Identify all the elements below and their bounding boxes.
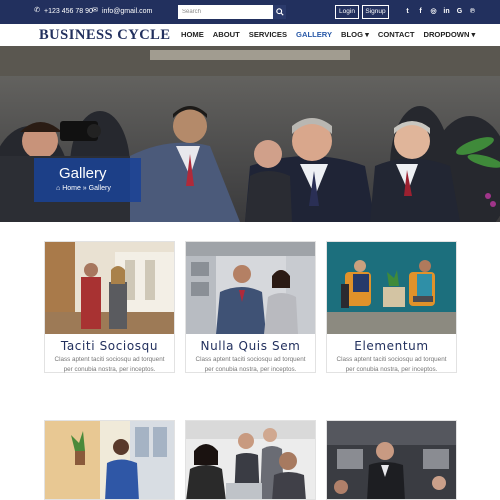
instagram-icon[interactable]: ◎ — [430, 7, 437, 16]
gallery-image[interactable] — [186, 242, 315, 334]
breadcrumb-text[interactable]: Home » Gallery — [62, 185, 111, 192]
search-form — [178, 5, 286, 19]
card-text: Class aptent taciti sociosqu ad torquent… — [195, 356, 306, 373]
gallery-card[interactable]: Nulla Quis Sem Class aptent taciti socio… — [185, 241, 316, 373]
pinterest-icon[interactable]: ℗ — [469, 7, 476, 16]
login-button[interactable]: Login — [335, 5, 359, 19]
gallery-card[interactable] — [44, 420, 175, 500]
gallery-image[interactable] — [327, 421, 457, 500]
nav-gallery[interactable]: GALLERY — [296, 30, 332, 39]
linkedin-icon[interactable]: in — [443, 7, 450, 16]
search-input[interactable] — [178, 5, 272, 19]
gallery-card[interactable] — [326, 420, 457, 500]
envelope-icon: ✉ — [92, 7, 98, 14]
facebook-icon[interactable]: f — [417, 7, 424, 16]
nav-services[interactable]: SERVICES — [249, 30, 287, 39]
search-icon — [275, 8, 284, 16]
phone-contact: ✆ +123 456 78 90 — [33, 7, 93, 15]
phone-icon: ✆ — [34, 7, 40, 14]
search-button[interactable] — [272, 5, 286, 19]
gallery-image[interactable] — [45, 421, 175, 500]
gallery-card[interactable]: Elementum Class aptent taciti sociosqu a… — [326, 241, 457, 373]
hero-banner: Gallery ⌂ Home » Gallery — [0, 46, 500, 222]
page-title-badge: Gallery ⌂ Home » Gallery — [34, 158, 141, 202]
twitter-icon[interactable]: t — [404, 7, 411, 16]
main-navbar: BUSINESS CYCLE HOME ABOUT SERVICES GALLE… — [0, 24, 500, 46]
page-title: Gallery — [59, 165, 107, 182]
signup-button[interactable]: Signup — [362, 5, 389, 19]
card-title: Nulla Quis Sem — [200, 339, 301, 353]
top-bar: ✆ +123 456 78 90 ✉ info@gmail.com Login … — [0, 0, 500, 24]
social-links: t f ◎ in G ℗ — [404, 7, 476, 16]
nav-home[interactable]: HOME — [181, 30, 204, 39]
gallery-card[interactable] — [185, 420, 316, 500]
google-icon[interactable]: G — [456, 7, 463, 16]
gallery-image[interactable] — [327, 242, 456, 334]
home-icon: ⌂ — [56, 185, 61, 192]
nav-menu: HOME ABOUT SERVICES GALLERY BLOG ▾ CONTA… — [181, 30, 484, 39]
office-photo — [45, 242, 174, 334]
phone-text: +123 456 78 90 — [44, 7, 93, 15]
nav-blog[interactable]: BLOG ▾ — [341, 30, 369, 39]
gallery-image[interactable] — [45, 242, 174, 334]
breadcrumb[interactable]: ⌂ Home » Gallery — [56, 185, 111, 192]
card-title: Taciti Sociosqu — [60, 339, 159, 353]
email-contact[interactable]: ✉ info@gmail.com — [91, 7, 152, 15]
business-people-photo — [186, 242, 315, 334]
site-logo[interactable]: BUSINESS CYCLE — [39, 27, 171, 44]
card-text: Class aptent taciti sociosqu ad torquent… — [54, 356, 165, 373]
card-title: Elementum — [354, 339, 429, 353]
meeting-photo — [327, 242, 456, 334]
email-text[interactable]: info@gmail.com — [102, 8, 152, 15]
gallery-card[interactable]: Taciti Sociosqu Class aptent taciti soci… — [44, 241, 175, 373]
gallery-image[interactable] — [186, 421, 316, 500]
nav-contact[interactable]: CONTACT — [378, 30, 415, 39]
nav-dropdown[interactable]: DROPDOWN ▾ — [423, 30, 475, 39]
card-text: Class aptent taciti sociosqu ad torquent… — [336, 356, 447, 373]
nav-about[interactable]: ABOUT — [213, 30, 240, 39]
